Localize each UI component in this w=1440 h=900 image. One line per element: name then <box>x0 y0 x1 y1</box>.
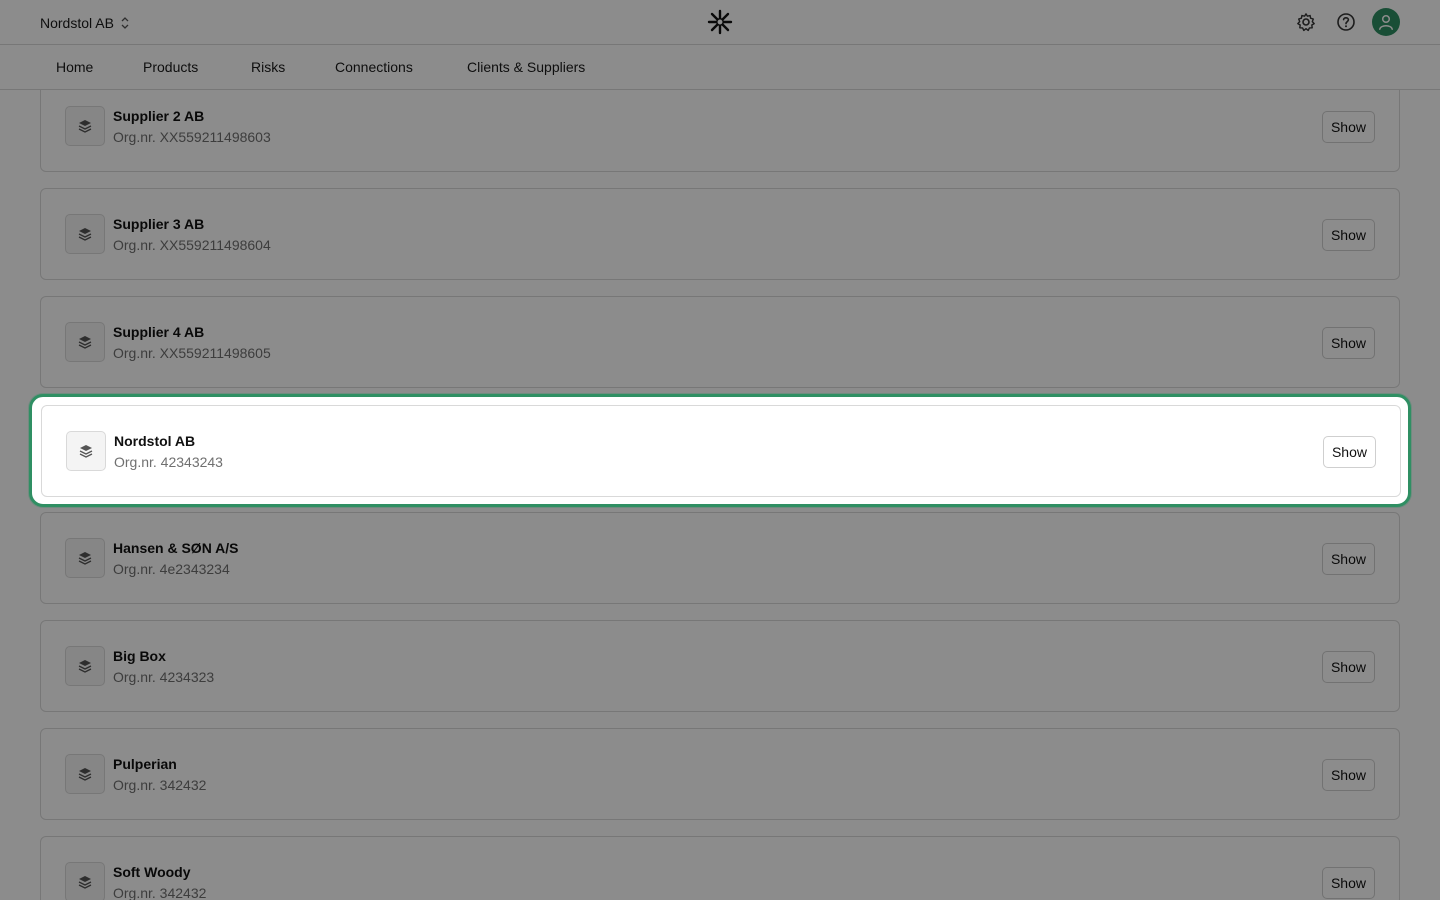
nav-item-home[interactable]: Home <box>56 59 93 75</box>
help-icon[interactable] <box>1332 8 1360 36</box>
layers-icon <box>65 322 105 362</box>
company-name: Pulperian <box>113 756 177 772</box>
company-name: Hansen & SØN A/S <box>113 540 239 556</box>
company-name: Big Box <box>113 648 166 664</box>
company-name: Supplier 2 AB <box>113 108 205 124</box>
company-org-nr: Org.nr. XX559211498603 <box>113 129 271 145</box>
layers-icon <box>65 646 105 686</box>
company-org-nr: Org.nr. 4e2343234 <box>113 561 230 577</box>
gear-icon[interactable] <box>1292 8 1320 36</box>
layers-icon <box>65 754 105 794</box>
company-name: Soft Woody <box>113 864 191 880</box>
layers-icon <box>65 862 105 900</box>
top-bar: Nordstol AB <box>0 0 1440 45</box>
show-button[interactable]: Show <box>1321 543 1375 575</box>
company-org-nr: Org.nr. 342432 <box>113 885 207 900</box>
company-card[interactable]: Hansen & SØN A/S Org.nr. 4e2343234 Show <box>40 512 1400 604</box>
company-card[interactable]: Supplier 4 AB Org.nr. XX559211498605 Sho… <box>40 296 1400 388</box>
show-button[interactable]: Show <box>1321 759 1375 791</box>
company-name: Nordstol AB <box>40 15 114 31</box>
company-card[interactable]: Soft Woody Org.nr. 342432 Show <box>40 836 1400 900</box>
company-card[interactable]: Big Box Org.nr. 4234323 Show <box>40 620 1400 712</box>
company-org-nr: Org.nr. 342432 <box>113 777 207 793</box>
nav-item-connections[interactable]: Connections <box>335 59 413 75</box>
layers-icon <box>66 431 106 471</box>
show-button[interactable]: Show <box>1321 219 1375 251</box>
logo-icon[interactable] <box>707 9 733 35</box>
company-name: Supplier 4 AB <box>113 324 205 340</box>
nav-item-clients-suppliers[interactable]: Clients & Suppliers <box>467 59 585 75</box>
company-org-nr: Org.nr. 42343243 <box>114 454 223 470</box>
layers-icon <box>65 538 105 578</box>
company-card[interactable]: Supplier 3 AB Org.nr. XX559211498604 Sho… <box>40 188 1400 280</box>
show-button[interactable]: Show <box>1321 111 1375 143</box>
company-org-nr: Org.nr. 4234323 <box>113 669 215 685</box>
show-button[interactable]: Show <box>1321 867 1375 899</box>
show-button[interactable]: Show <box>1322 436 1376 468</box>
company-name: Nordstol AB <box>114 433 196 449</box>
user-icon[interactable] <box>1372 8 1400 36</box>
nav-item-products[interactable]: Products <box>143 59 198 75</box>
nav-item-risks[interactable]: Risks <box>251 59 285 75</box>
show-button[interactable]: Show <box>1321 651 1375 683</box>
company-name: Supplier 3 AB <box>113 216 205 232</box>
show-button[interactable]: Show <box>1321 327 1375 359</box>
company-org-nr: Org.nr. XX559211498604 <box>113 237 271 253</box>
top-actions <box>1292 8 1400 36</box>
company-card[interactable]: Supplier 2 AB Org.nr. XX559211498603 Sho… <box>40 90 1400 172</box>
layers-icon <box>65 106 105 146</box>
company-org-nr: Org.nr. XX559211498605 <box>113 345 271 361</box>
company-card-highlighted[interactable]: Nordstol AB Org.nr. 42343243 Show <box>41 405 1401 497</box>
company-card[interactable]: Pulperian Org.nr. 342432 Show <box>40 728 1400 820</box>
sort-chevrons-icon <box>120 16 130 30</box>
main-nav: Home Products Risks Connections Clients … <box>0 45 1440 90</box>
company-switcher[interactable]: Nordstol AB <box>40 12 130 34</box>
layers-icon <box>65 214 105 254</box>
highlighted-card-frame: Nordstol AB Org.nr. 42343243 Show <box>29 394 1411 507</box>
